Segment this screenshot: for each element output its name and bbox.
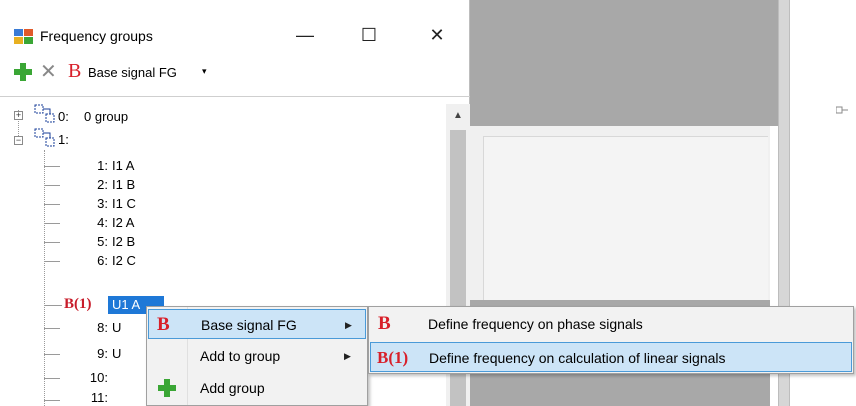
tree-line	[44, 354, 60, 355]
background-dark-panel	[470, 0, 778, 126]
collapse-button[interactable]: −	[14, 136, 23, 145]
tree-line	[44, 261, 60, 262]
item-label: U	[112, 320, 122, 335]
item-number: 11:	[90, 390, 108, 405]
tree-line	[44, 400, 60, 401]
item-label: I2 A	[112, 215, 135, 230]
base-signal-b-icon: B	[157, 314, 170, 335]
base-signal-b-icon: B	[378, 313, 391, 334]
expand-button[interactable]: +	[14, 111, 23, 120]
item-number: 4:	[97, 215, 108, 230]
item-number: 9:	[97, 346, 108, 361]
context-menu: B Base signal FG ▶ Add to group ▶ Add gr…	[146, 306, 368, 406]
tree-line	[44, 185, 60, 186]
item-label: I2 C	[112, 253, 136, 268]
chevron-down-icon[interactable]: ▾	[202, 66, 207, 77]
menu-item-label: Add to group	[200, 348, 281, 364]
delete-icon[interactable]: ✕	[40, 62, 57, 82]
item-number: 8:	[97, 320, 108, 335]
menu-item-label: Add group	[200, 380, 265, 396]
item-label: U	[112, 346, 122, 361]
scroll-up-icon[interactable]: ▲	[446, 110, 470, 126]
base-signal-b1-icon: B(1)	[377, 348, 409, 367]
tree-line	[44, 166, 60, 167]
window-title: Frequency groups	[40, 28, 153, 44]
item-number: 2:	[97, 177, 108, 192]
menu-item-define-frequency-phase[interactable]: B Define frequency on phase signals	[370, 309, 852, 339]
menu-item-base-signal-fg[interactable]: B Base signal FG ▶	[148, 309, 366, 339]
menu-item-add-group[interactable]: Add group	[148, 373, 366, 403]
app-icon	[14, 29, 33, 44]
item-number: 7:	[97, 297, 108, 312]
submenu-arrow-icon: ▶	[344, 351, 351, 361]
tree-line	[44, 204, 60, 205]
tree-line	[44, 223, 60, 224]
menu-item-label: Base signal FG	[201, 317, 297, 333]
item-number: 5:	[97, 234, 108, 249]
tree-line	[44, 242, 60, 243]
group-icon	[34, 104, 55, 123]
item-number: 1:	[97, 158, 108, 173]
menu-item-label: Define frequency on phase signals	[428, 316, 643, 332]
tree-line	[44, 328, 60, 329]
tree-node-icon	[836, 106, 848, 114]
close-button[interactable]: ✕	[420, 21, 454, 49]
item-number: 10:	[89, 370, 108, 385]
add-icon	[158, 379, 176, 397]
group-icon	[34, 128, 55, 147]
item-number: 3:	[97, 196, 108, 211]
group-name[interactable]: 0 group	[84, 109, 128, 124]
group-index: 1:	[58, 132, 69, 147]
maximize-button[interactable]: ☐	[352, 21, 386, 49]
menu-item-label: Define frequency on calculation of linea…	[429, 350, 726, 366]
item-label: U1 A	[112, 297, 141, 312]
item-label: I2 B	[112, 234, 136, 249]
group-index: 0:	[58, 109, 69, 124]
submenu-arrow-icon: ▶	[345, 320, 352, 330]
minimize-button[interactable]: —	[288, 21, 322, 49]
menu-item-add-to-group[interactable]: Add to group ▶	[148, 341, 366, 371]
item-number: 6:	[97, 253, 108, 268]
item-label: I1 A	[112, 158, 135, 173]
item-label: I1 B	[112, 177, 136, 192]
base-signal-b-icon[interactable]: B	[68, 60, 81, 82]
item-label: I1 C	[112, 196, 136, 211]
base-signal-dropdown[interactable]: Base signal FG	[88, 65, 177, 80]
submenu: B Define frequency on phase signals B(1)…	[368, 306, 854, 374]
tree-line	[44, 150, 45, 406]
tree-line	[44, 378, 60, 379]
add-icon[interactable]	[14, 63, 32, 81]
menu-item-define-frequency-linear[interactable]: B(1) Define frequency on calculation of …	[370, 342, 852, 372]
tree-line	[44, 305, 62, 306]
